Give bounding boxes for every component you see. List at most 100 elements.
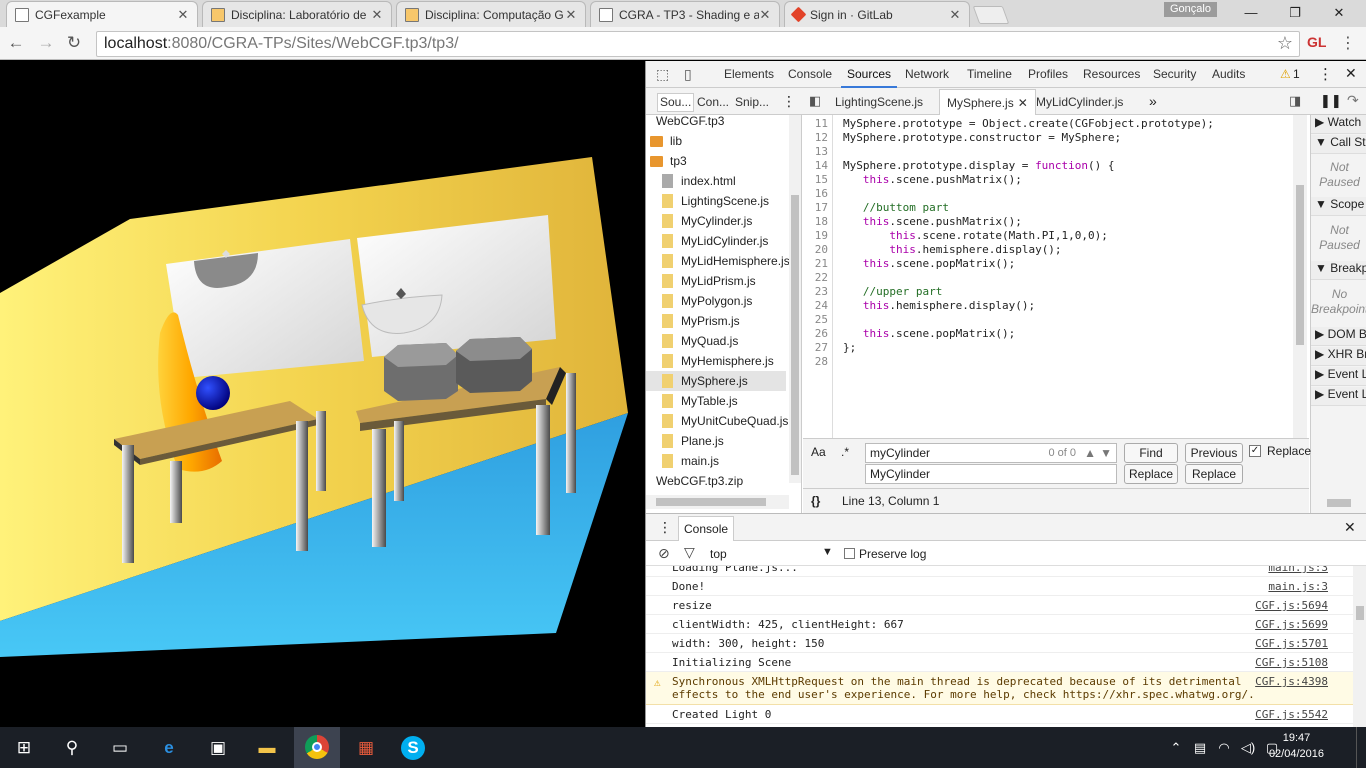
section-xhr-breakpoints[interactable]: ▶ XHR Breakpoints (1311, 347, 1366, 366)
bookmark-star-icon[interactable]: ☆ (1277, 33, 1293, 54)
code-line[interactable]: this.scene.pushMatrix(); (843, 173, 1022, 186)
chrome-taskbar-button[interactable] (294, 727, 340, 768)
tree-file-selected[interactable]: MySphere.js (646, 371, 786, 391)
drawer-tab-console[interactable]: Console (678, 516, 735, 541)
tab-console[interactable]: Console (788, 67, 832, 81)
apps-grid-icon[interactable]: ▦ (352, 734, 380, 762)
line-number[interactable]: 13 (815, 145, 828, 158)
section-watch[interactable]: ▶ Watch (1311, 115, 1366, 134)
tree-file[interactable]: MyLidHemisphere.js (662, 251, 801, 271)
code-line[interactable]: this.scene.popMatrix(); (843, 257, 1015, 270)
pause-icon[interactable]: ❚❚ (1320, 93, 1342, 109)
devtools-close-icon[interactable]: ✕ (1345, 65, 1357, 82)
start-windows-icon[interactable]: ⊞ (10, 734, 38, 762)
tree-file[interactable]: Plane.js (662, 431, 801, 451)
toggle-navigator-icon[interactable]: ◧ (809, 93, 821, 109)
drawer-close-icon[interactable]: ✕ (1344, 519, 1356, 536)
section-breakpoints[interactable]: ▼ Breakpoints (1311, 261, 1366, 280)
gl-extension-button[interactable]: GL (1307, 34, 1326, 50)
drawer-menu-icon[interactable]: ⋮ (658, 519, 672, 536)
tree-root[interactable]: WebCGF.tp3 (656, 115, 800, 131)
line-number[interactable]: 21 (815, 257, 828, 270)
tab-resources[interactable]: Resources (1083, 67, 1140, 81)
file-tab-mylidcylinder[interactable]: MyLidCylinder.js (1036, 95, 1123, 109)
tab-disciplina-lab[interactable]: Disciplina: Laboratório de ✕ (202, 1, 392, 27)
clear-console-icon[interactable]: ⊘ (658, 545, 670, 562)
tab-cgra-tp3[interactable]: CGRA - TP3 - Shading e a ✕ (590, 1, 780, 27)
console-scrollbar[interactable] (1353, 566, 1366, 728)
tab-profiles[interactable]: Profiles (1028, 67, 1068, 81)
replace-button[interactable]: Replace (1124, 464, 1178, 484)
webgl-canvas[interactable] (0, 61, 645, 727)
tree-file[interactable]: LightingScene.js (662, 191, 801, 211)
close-icon[interactable]: ✕ (1018, 96, 1028, 110)
forward-icon[interactable]: → (36, 33, 56, 53)
nav-tab-snippets[interactable]: Snip... (735, 95, 769, 109)
nav-tab-sources[interactable]: Sou... (657, 93, 695, 112)
navigator-menu-icon[interactable]: ⋮ (782, 93, 796, 110)
code-line[interactable]: MySphere.prototype.display = function() … (843, 159, 1115, 172)
find-input[interactable]: myCylinder 0 of 0 ▲ ▼ (865, 443, 1117, 463)
back-icon[interactable]: ← (6, 33, 26, 53)
find-next-icon[interactable]: ▼ (1100, 444, 1112, 462)
pretty-print-button[interactable]: {} (811, 494, 820, 508)
tree-file[interactable]: MyPrism.js (662, 311, 801, 331)
line-number[interactable]: 17 (815, 201, 828, 214)
replace-checkbox[interactable]: ✓ (1249, 445, 1261, 457)
reload-icon[interactable]: ↻ (64, 33, 84, 53)
system-clock[interactable]: 19:47 02/04/2016 (1269, 730, 1324, 762)
tree-folder-lib[interactable]: lib (650, 131, 794, 151)
maximize-icon[interactable]: ❐ (1280, 2, 1310, 24)
search-icon[interactable]: ⚲ (58, 734, 86, 762)
window-close-icon[interactable]: ✕ (1324, 2, 1354, 24)
user-profile-button[interactable]: Gonçalo (1164, 2, 1217, 17)
console-messages[interactable]: Loading Plane.js... main.js:3 Done! main.js… (646, 566, 1353, 728)
tree-folder-tp3[interactable]: tp3 (650, 151, 794, 171)
line-number[interactable]: 26 (815, 327, 828, 340)
line-number[interactable]: 14 (815, 159, 828, 172)
console-source-link[interactable]: main.js:3 (1268, 566, 1328, 574)
line-number[interactable]: 23 (815, 285, 828, 298)
tree-file[interactable]: MyHemisphere.js (662, 351, 801, 371)
tab-cgfexample[interactable]: CGFexample ✕ (6, 1, 198, 27)
context-select[interactable]: top (710, 547, 727, 561)
code-line[interactable]: this.hemisphere.display(); (843, 299, 1035, 312)
chevron-down-icon[interactable]: ▼ (822, 546, 833, 558)
tab-audits[interactable]: Audits (1212, 67, 1245, 81)
section-scope[interactable]: ▼ Scope (1311, 197, 1366, 216)
code-line[interactable]: //upper part (843, 285, 942, 298)
tree-file[interactable]: MyQuad.js (662, 331, 801, 351)
console-source-link[interactable]: main.js:3 (1268, 580, 1328, 593)
code-line[interactable]: this.scene.popMatrix(); (843, 327, 1015, 340)
code-editor[interactable]: 11 12 13 14 15 16 17 18 19 20 21 22 23 24 25 26 27 28 MyS… (803, 115, 1309, 438)
line-number[interactable]: 25 (815, 313, 828, 326)
devtools-menu-icon[interactable]: ⋮ (1318, 65, 1333, 83)
regex-toggle[interactable]: .* (841, 445, 849, 459)
code-line[interactable]: //buttom part (843, 201, 949, 214)
inspect-icon[interactable]: ⬚ (656, 66, 669, 83)
tree-file[interactable]: MyCylinder.js (662, 211, 801, 231)
find-previous-icon[interactable]: ▲ (1084, 444, 1096, 462)
section-event-listener-breakpoints[interactable]: ▶ Event Listener Breakpoints (1311, 387, 1366, 406)
line-number[interactable]: 28 (815, 355, 828, 368)
address-bar[interactable]: localhost :8080/CGRA-TPs/Sites/WebCGF.tp… (96, 31, 1300, 57)
preserve-log-checkbox[interactable] (844, 548, 855, 559)
console-source-link[interactable]: CGF.js:5694 (1255, 599, 1328, 612)
console-source-link[interactable]: CGF.js:4398 (1255, 675, 1328, 688)
tree-file[interactable]: MyUnitCubeQuad.js (662, 411, 801, 431)
line-number[interactable]: 15 (815, 173, 828, 186)
line-number[interactable]: 16 (815, 187, 828, 200)
file-explorer-icon[interactable]: ▬ (253, 734, 281, 762)
edge-icon[interactable]: e (155, 734, 183, 762)
close-icon[interactable]: ✕ (759, 7, 771, 23)
section-event-listeners[interactable]: ▶ Event Listeners (1311, 367, 1366, 386)
code-line[interactable]: this.scene.pushMatrix(); (843, 215, 1022, 228)
tree-file[interactable]: MyLidCylinder.js (662, 231, 801, 251)
replace-all-button[interactable]: Replace (1185, 464, 1243, 484)
navigator-scrollbar[interactable] (789, 115, 801, 483)
warning-icon[interactable]: ⚠ (1280, 67, 1291, 81)
tree-root[interactable]: WebCGF.tp3.zip (656, 471, 800, 491)
tree-file[interactable]: MyTable.js (662, 391, 801, 411)
section-dom-breakpoints[interactable]: ▶ DOM Breakpoints (1311, 327, 1366, 346)
console-source-link[interactable]: CGF.js:5701 (1255, 637, 1328, 650)
